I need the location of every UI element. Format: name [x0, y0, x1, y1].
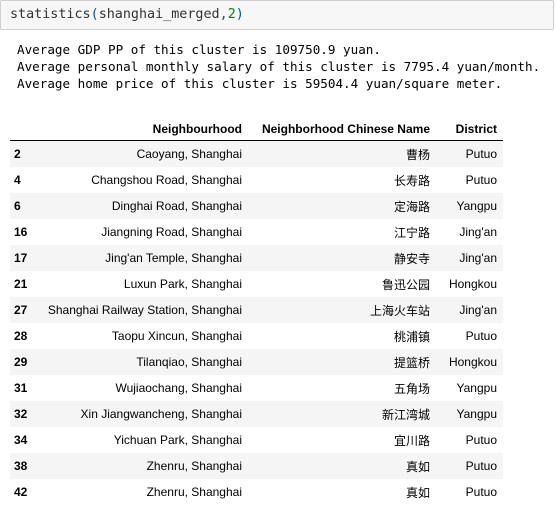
open-paren: ( — [91, 7, 99, 22]
table-row: 31Wujiaochang, Shanghai五角场Yangpu — [10, 375, 503, 401]
chinese-name-cell: 曹杨 — [248, 141, 436, 168]
chinese-name-cell: 桃浦镇 — [248, 323, 436, 349]
row-index: 42 — [10, 479, 40, 505]
output-line-salary: Average personal monthly salary of this … — [17, 58, 540, 75]
chinese-name-cell: 静安寺 — [248, 245, 436, 271]
output-line-gdp: Average GDP PP of this cluster is 109750… — [17, 41, 540, 58]
output-text: Average GDP PP of this cluster is 109750… — [17, 41, 540, 92]
table-row: 38Zhenru, Shanghai真如Putuo — [10, 453, 503, 479]
neighbourhood-cell: Zhenru, Shanghai — [40, 479, 248, 505]
neighbourhood-cell: Xin Jiangwancheng, Shanghai — [40, 401, 248, 427]
chinese-name-cell: 五角场 — [248, 375, 436, 401]
district-cell: Yangpu — [436, 401, 503, 427]
row-index: 38 — [10, 453, 40, 479]
neighbourhood-cell: Jiangning Road, Shanghai — [40, 219, 248, 245]
row-index: 16 — [10, 219, 40, 245]
chinese-name-cell: 鲁迅公园 — [248, 271, 436, 297]
chinese-name-cell: 长寿路 — [248, 167, 436, 193]
table-row: 6Dinghai Road, Shanghai定海路Yangpu — [10, 193, 503, 219]
dataframe-table: Neighbourhood Neighborhood Chinese Name … — [10, 118, 503, 505]
row-index: 32 — [10, 401, 40, 427]
row-index: 29 — [10, 349, 40, 375]
column-header-chinese-name: Neighborhood Chinese Name — [248, 118, 436, 141]
neighbourhood-cell: Changshou Road, Shanghai — [40, 167, 248, 193]
neighbourhood-cell: Dinghai Road, Shanghai — [40, 193, 248, 219]
neighbourhood-cell: Wujiaochang, Shanghai — [40, 375, 248, 401]
table-row: 42Zhenru, Shanghai真如Putuo — [10, 479, 503, 505]
table-row: 34Yichuan Park, Shanghai宜川路Putuo — [10, 427, 503, 453]
table-row: 29Tilanqiao, Shanghai提篮桥Hongkou — [10, 349, 503, 375]
table-body: 2Caoyang, Shanghai曹杨Putuo 4Changshou Roa… — [10, 141, 503, 505]
argument-dataframe: shanghai_merged — [99, 7, 220, 22]
chinese-name-cell: 真如 — [248, 453, 436, 479]
district-cell: Putuo — [436, 141, 503, 168]
row-index: 34 — [10, 427, 40, 453]
row-index: 2 — [10, 141, 40, 168]
code-line[interactable]: statistics(shanghai_merged,2) — [10, 7, 244, 22]
neighbourhood-cell: Zhenru, Shanghai — [40, 453, 248, 479]
table-row: 28Taopu Xincun, Shanghai桃浦镇Putuo — [10, 323, 503, 349]
column-header-neighbourhood: Neighbourhood — [40, 118, 248, 141]
comma: , — [220, 7, 228, 22]
neighbourhood-cell: Jing'an Temple, Shanghai — [40, 245, 248, 271]
table-row: 2Caoyang, Shanghai曹杨Putuo — [10, 141, 503, 168]
column-header-district: District — [436, 118, 503, 141]
chinese-name-cell: 上海火车站 — [248, 297, 436, 323]
table-row: 16Jiangning Road, Shanghai江宁路Jing'an — [10, 219, 503, 245]
district-cell: Jing'an — [436, 219, 503, 245]
index-header — [10, 118, 40, 141]
row-index: 31 — [10, 375, 40, 401]
table-header-row: Neighbourhood Neighborhood Chinese Name … — [10, 118, 503, 141]
chinese-name-cell: 提篮桥 — [248, 349, 436, 375]
neighbourhood-cell: Luxun Park, Shanghai — [40, 271, 248, 297]
district-cell: Yangpu — [436, 375, 503, 401]
chinese-name-cell: 真如 — [248, 479, 436, 505]
function-name: statistics — [10, 7, 91, 22]
district-cell: Yangpu — [436, 193, 503, 219]
row-index: 21 — [10, 271, 40, 297]
chinese-name-cell: 定海路 — [248, 193, 436, 219]
district-cell: Putuo — [436, 167, 503, 193]
neighbourhood-cell: Tilanqiao, Shanghai — [40, 349, 248, 375]
district-cell: Putuo — [436, 479, 503, 505]
close-paren: ) — [236, 7, 244, 22]
row-index: 27 — [10, 297, 40, 323]
table-row: 17Jing'an Temple, Shanghai静安寺Jing'an — [10, 245, 503, 271]
district-cell: Hongkou — [436, 271, 503, 297]
chinese-name-cell: 宜川路 — [248, 427, 436, 453]
district-cell: Putuo — [436, 323, 503, 349]
district-cell: Jing'an — [436, 245, 503, 271]
row-index: 4 — [10, 167, 40, 193]
table-row: 21Luxun Park, Shanghai鲁迅公园Hongkou — [10, 271, 503, 297]
table-row: 32Xin Jiangwancheng, Shanghai新江湾城Yangpu — [10, 401, 503, 427]
argument-cluster-number: 2 — [228, 7, 236, 22]
table-row: 27Shanghai Railway Station, Shanghai上海火车… — [10, 297, 503, 323]
chinese-name-cell: 新江湾城 — [248, 401, 436, 427]
neighbourhood-cell: Caoyang, Shanghai — [40, 141, 248, 168]
district-cell: Putuo — [436, 453, 503, 479]
output-line-home-price: Average home price of this cluster is 59… — [17, 75, 540, 92]
table-row: 4Changshou Road, Shanghai长寿路Putuo — [10, 167, 503, 193]
row-index: 17 — [10, 245, 40, 271]
code-input-cell[interactable]: statistics(shanghai_merged,2) — [0, 0, 554, 30]
chinese-name-cell: 江宁路 — [248, 219, 436, 245]
district-cell: Putuo — [436, 427, 503, 453]
neighbourhood-cell: Taopu Xincun, Shanghai — [40, 323, 248, 349]
neighbourhood-cell: Shanghai Railway Station, Shanghai — [40, 297, 248, 323]
row-index: 6 — [10, 193, 40, 219]
district-cell: Hongkou — [436, 349, 503, 375]
neighbourhood-cell: Yichuan Park, Shanghai — [40, 427, 248, 453]
row-index: 28 — [10, 323, 40, 349]
district-cell: Jing'an — [436, 297, 503, 323]
